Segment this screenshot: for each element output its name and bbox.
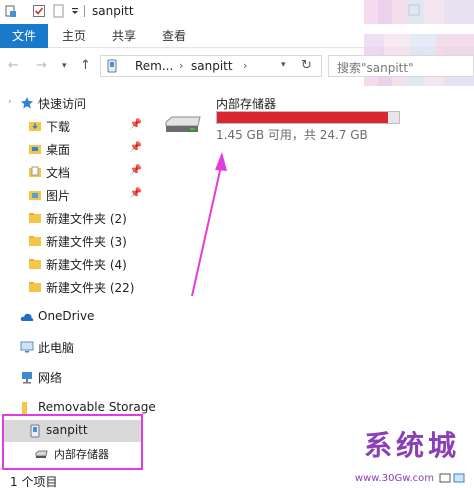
watermark: 系统城 www.30Gw.com — [310, 428, 470, 486]
status-bar-count: 1 个项目 — [10, 475, 58, 488]
watermark-url: www.30Gw.com — [354, 473, 434, 484]
watermark-text: 系统城 — [363, 429, 460, 462]
annotation-arrow — [191, 152, 227, 297]
